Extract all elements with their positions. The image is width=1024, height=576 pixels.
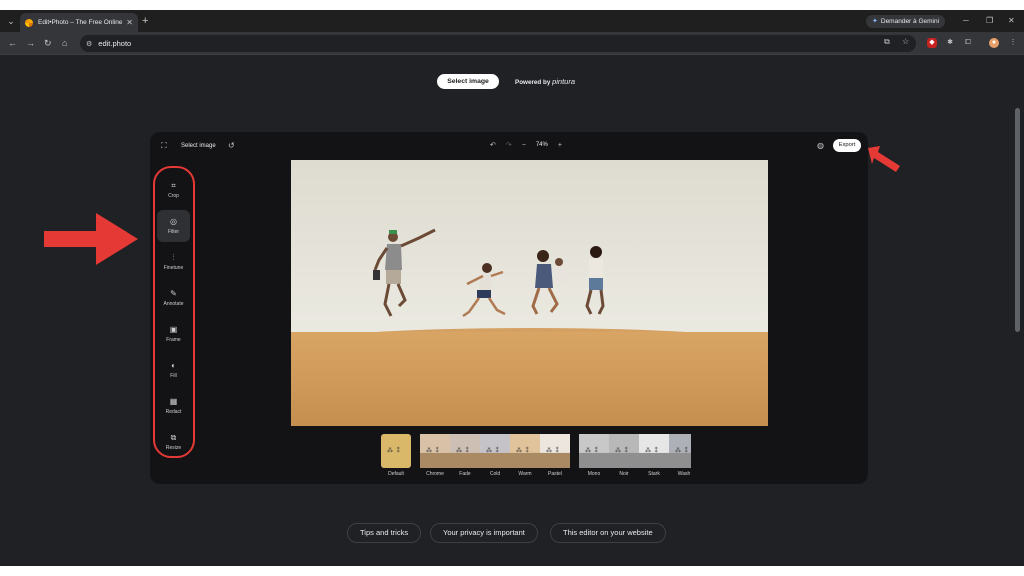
- minimize-icon[interactable]: ─: [963, 14, 969, 28]
- powered-by[interactable]: Powered by pintura: [515, 76, 575, 89]
- bookmark-star-icon[interactable]: ☆: [902, 37, 909, 46]
- filter-thumbnail: ⁂ ⁑: [480, 434, 510, 468]
- tab-title: Edit•Photo – The Free Online P: [38, 19, 123, 26]
- zoom-controls: ↶ ↷ − 74% +: [490, 138, 562, 152]
- filter-stark[interactable]: ⁂ ⁑ Stark: [639, 434, 669, 478]
- filter-cold[interactable]: ⁂ ⁑ Cold: [480, 434, 510, 478]
- filter-strip: ⁂ ⁑ Default ⁂ ⁑ Chrome ⁂ ⁑ Fade ⁂ ⁑ Cold ⁂ ⁑ Warm…: [381, 434, 691, 478]
- zoom-out-button[interactable]: −: [522, 142, 526, 149]
- gemini-label: Demander à Gemini: [880, 18, 940, 25]
- editor-select-image-button[interactable]: Select image: [176, 139, 221, 153]
- url-text: edit.photo: [98, 39, 132, 48]
- filter-thumbnail: ⁂ ⁑: [450, 434, 480, 468]
- globe-icon[interactable]: ◍: [817, 141, 824, 151]
- filter-wash[interactable]: ⁂ ⁑ Wash: [669, 434, 691, 478]
- filter-label: Warm: [518, 471, 532, 477]
- pintura-logo: pintura: [552, 77, 576, 86]
- extensions-icon[interactable]: ⧠: [963, 38, 973, 48]
- filter-label: Chrome: [426, 471, 444, 477]
- history-icon[interactable]: ↺: [228, 141, 235, 151]
- filter-label: Cold: [489, 471, 501, 477]
- photo-person-4: [585, 246, 605, 315]
- filter-label: Fade: [459, 471, 471, 477]
- thumbnail-figures-icon: ⁂ ⁑: [387, 448, 401, 454]
- filter-noir[interactable]: ⁂ ⁑ Noir: [609, 434, 639, 478]
- photo-person-3: [531, 250, 565, 315]
- forward-icon[interactable]: →: [26, 37, 35, 49]
- tab-strip: ⌄ Edit•Photo – The Free Online P ✕ + ✦ D…: [0, 10, 1024, 32]
- filter-chrome[interactable]: ⁂ ⁑ Chrome: [420, 434, 450, 478]
- filter-warm[interactable]: ⁂ ⁑ Warm: [510, 434, 540, 478]
- extension-puzzle-icon[interactable]: ✱: [945, 38, 955, 48]
- thumbnail-figures-icon: ⁂ ⁑: [546, 448, 560, 454]
- export-button[interactable]: Export: [833, 139, 861, 152]
- restore-icon[interactable]: ❐: [986, 14, 993, 28]
- filter-thumbnail: ⁂ ⁑: [639, 434, 669, 468]
- filter-fade[interactable]: ⁂ ⁑ Fade: [450, 434, 480, 478]
- address-bar[interactable]: ⚙ edit.photo ⧉ ☆: [80, 35, 916, 52]
- scrollbar[interactable]: [1015, 108, 1020, 332]
- fullscreen-icon[interactable]: ⛶: [161, 141, 167, 151]
- privacy-link[interactable]: Your privacy is important: [430, 523, 538, 543]
- filter-thumbnail: ⁂ ⁑: [381, 434, 411, 468]
- thumbnail-figures-icon: ⁂ ⁑: [645, 448, 659, 454]
- powered-by-label: Powered by: [515, 79, 551, 86]
- red-arrow-icon: [44, 213, 138, 265]
- back-icon[interactable]: ←: [8, 37, 17, 49]
- filter-thumbnail: ⁂ ⁑: [420, 434, 450, 468]
- profile-avatar[interactable]: ●: [989, 38, 999, 48]
- filter-pastel[interactable]: ⁂ ⁑ Pastel: [540, 434, 570, 478]
- filter-label: Pastel: [548, 471, 562, 477]
- thumbnail-figures-icon: ⁂ ⁑: [615, 448, 629, 454]
- thumbnail-figures-icon: ⁂ ⁑: [675, 448, 689, 454]
- highlight-ring: [153, 166, 195, 458]
- home-icon[interactable]: ⌂: [62, 37, 67, 49]
- filter-label: Stark: [648, 471, 660, 477]
- reload-icon[interactable]: ↻: [44, 37, 52, 49]
- zoom-level[interactable]: 74%: [536, 142, 548, 148]
- photo-person-2: [462, 263, 506, 318]
- tab-edit-photo[interactable]: Edit•Photo – The Free Online P ✕: [20, 13, 138, 32]
- filter-label: Wash: [677, 471, 691, 477]
- filter-thumbnail: ⁂ ⁑: [609, 434, 639, 468]
- browser-toolbar: ← → ↻ ⌂ ⚙ edit.photo ⧉ ☆ ◆ ✱ ⧠ ● ⋮: [0, 32, 1024, 55]
- tips-and-tricks-link[interactable]: Tips and tricks: [347, 523, 422, 543]
- filter-thumbnail: ⁂ ⁑: [669, 434, 691, 468]
- site-info-icon[interactable]: ⚙: [86, 40, 92, 48]
- browser-window: ⌄ Edit•Photo – The Free Online P ✕ + ✦ D…: [0, 10, 1024, 566]
- page-content: Select image Powered by pintura ⛶ Select…: [0, 56, 1024, 566]
- tab-search-icon[interactable]: ⌄: [4, 14, 18, 28]
- gemini-button[interactable]: ✦ Demander à Gemini: [866, 15, 946, 28]
- close-window-icon[interactable]: ✕: [1008, 14, 1015, 28]
- install-app-icon[interactable]: ⧉: [884, 37, 890, 47]
- thumbnail-figures-icon: ⁂ ⁑: [486, 448, 500, 454]
- filter-label: Mono: [587, 471, 601, 477]
- filter-thumbnail: ⁂ ⁑: [579, 434, 609, 468]
- photo-dune: [291, 332, 768, 426]
- filter-thumbnail: ⁂ ⁑: [510, 434, 540, 468]
- new-tab-button[interactable]: +: [142, 14, 148, 28]
- undo-icon[interactable]: ↶: [490, 141, 496, 149]
- close-icon[interactable]: ✕: [126, 18, 133, 27]
- filter-mono[interactable]: ⁂ ⁑ Mono: [579, 434, 609, 478]
- menu-dots-icon[interactable]: ⋮: [1008, 38, 1018, 48]
- thumbnail-figures-icon: ⁂ ⁑: [585, 448, 599, 454]
- redo-icon[interactable]: ↷: [506, 141, 512, 149]
- photo-canvas[interactable]: [291, 160, 768, 426]
- zoom-in-button[interactable]: +: [558, 142, 562, 149]
- filter-default[interactable]: ⁂ ⁑ Default: [381, 434, 411, 478]
- thumbnail-figures-icon: ⁂ ⁑: [426, 448, 440, 454]
- gemini-icon: ✦: [872, 18, 878, 25]
- filter-thumbnail: ⁂ ⁑: [540, 434, 570, 468]
- extension-shield-icon[interactable]: ◆: [927, 38, 937, 48]
- favicon-icon: [25, 18, 33, 27]
- thumbnail-figures-icon: ⁂ ⁑: [456, 448, 470, 454]
- filter-label: Noir: [619, 471, 629, 477]
- select-image-button[interactable]: Select image: [437, 74, 499, 89]
- filter-label: Default: [388, 471, 404, 477]
- red-arrow-small-icon: [868, 146, 900, 172]
- thumbnail-figures-icon: ⁂ ⁑: [516, 448, 530, 454]
- editor-on-website-link[interactable]: This editor on your website: [550, 523, 666, 543]
- photo-person-1: [373, 228, 436, 317]
